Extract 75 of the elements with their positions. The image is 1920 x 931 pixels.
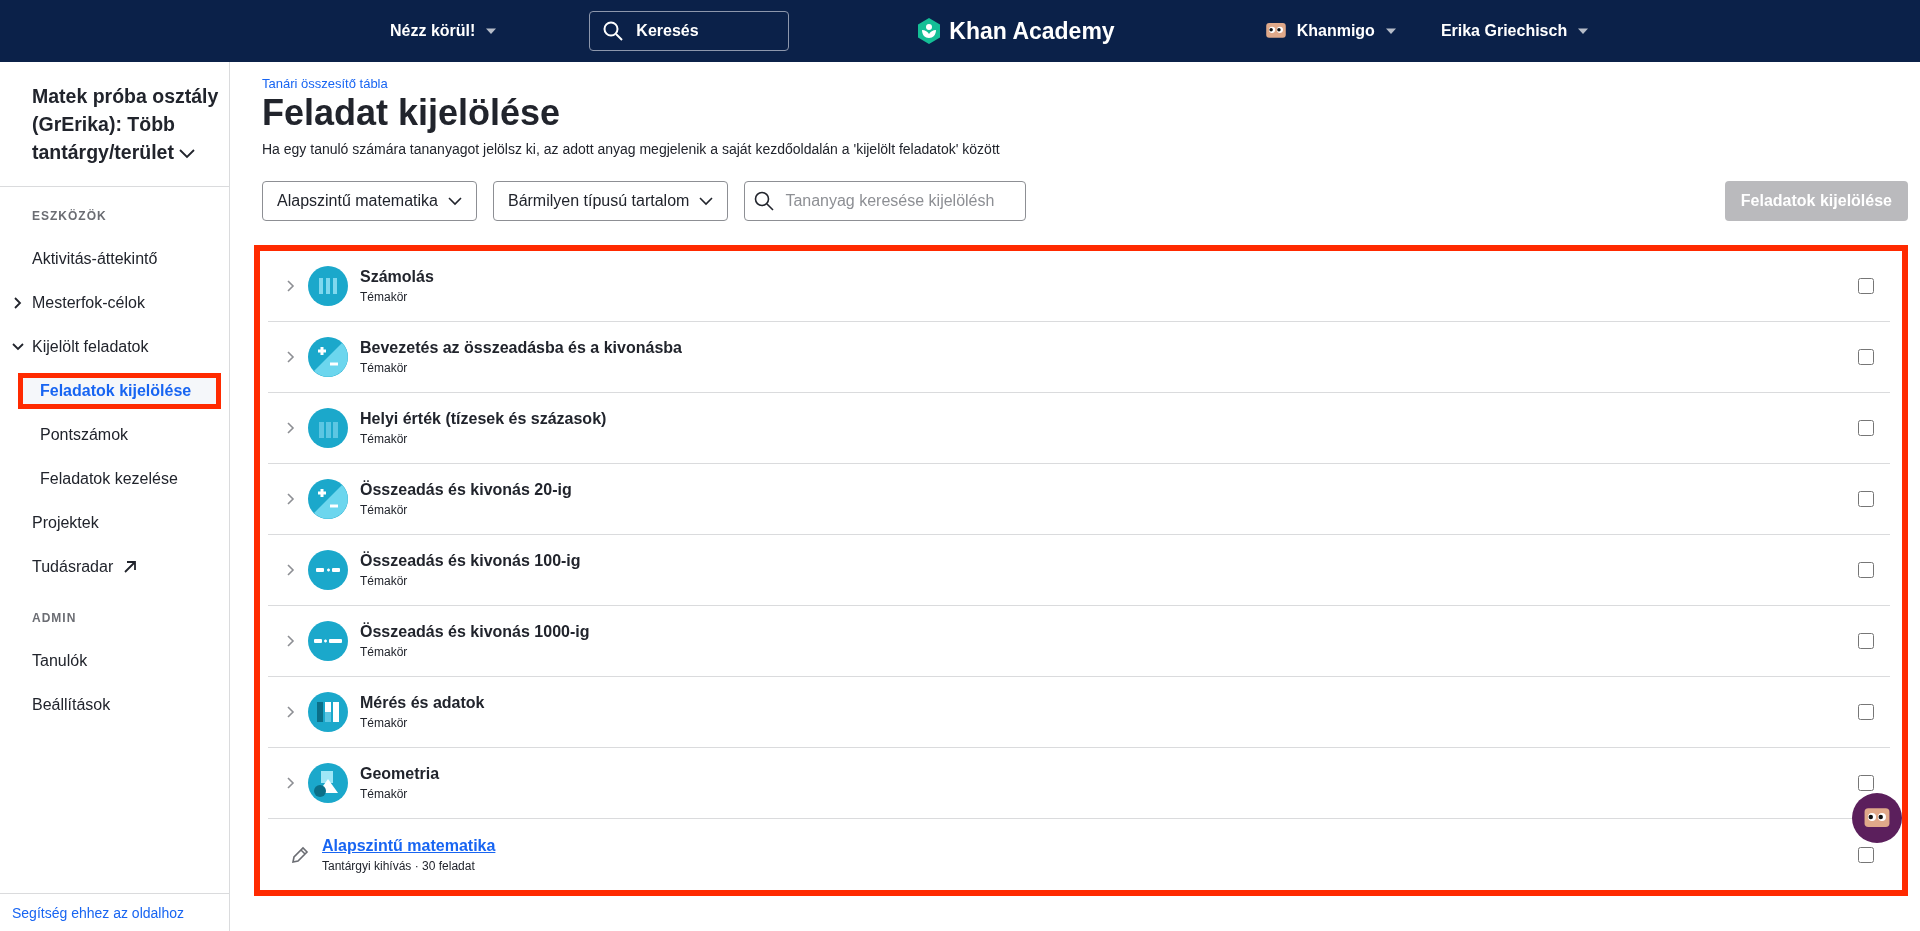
topic-icon bbox=[308, 408, 348, 448]
khanmigo-menu[interactable]: Khanmigo bbox=[1264, 22, 1397, 40]
page-description: Ha egy tanuló számára tananyagot jelölsz ki, az adott anyag megjelenik a saját kezdőoldalán a 'kijelölt feladatok' között bbox=[262, 141, 1001, 157]
user-menu[interactable]: Erika Griechisch bbox=[1440, 22, 1590, 40]
select-checkbox[interactable] bbox=[1858, 704, 1874, 720]
item-subtitle: Témakör bbox=[360, 503, 408, 517]
topic-icon bbox=[308, 337, 348, 377]
item-subtitle: Tantárgyi kihívás · 30 feladat bbox=[322, 858, 475, 873]
logo-text: Khan Academy bbox=[949, 17, 1115, 45]
robot-face-icon bbox=[1863, 806, 1891, 830]
sidebar-item[interactable]: Feladatok kijelölése bbox=[18, 373, 221, 409]
item-subtitle: Témakör bbox=[360, 716, 408, 730]
topic-icon bbox=[308, 692, 348, 732]
class-selector[interactable]: Matek próba osztály (GrErika): Több tantárgy/terület bbox=[0, 62, 229, 187]
logo[interactable]: Khan Academy bbox=[917, 17, 1115, 45]
chevron-down-icon bbox=[447, 196, 462, 206]
challenge-link[interactable]: Alapszintű matematika bbox=[322, 836, 496, 855]
caret-down-icon bbox=[1577, 27, 1590, 35]
sidebar-item[interactable]: Beállítások bbox=[0, 687, 229, 723]
topic-icon bbox=[308, 479, 348, 519]
sidebar-item[interactable]: Aktivitás-áttekintő bbox=[0, 241, 229, 277]
khanmigo-chat-button[interactable] bbox=[1852, 793, 1902, 843]
search-icon bbox=[603, 21, 624, 41]
external-link-icon bbox=[123, 560, 138, 574]
select-checkbox[interactable] bbox=[1858, 775, 1874, 791]
sidebar-item[interactable]: Tudásradar bbox=[0, 549, 229, 585]
topic-icon bbox=[308, 266, 348, 306]
topic-title: Számolás bbox=[360, 268, 434, 286]
sidebar-item[interactable]: Projektek bbox=[0, 505, 229, 541]
topic-title: Összeadás és kivonás 20-ig bbox=[360, 481, 572, 499]
topic-icon bbox=[308, 763, 348, 803]
section-heading: ESZKÖZÖK bbox=[31, 209, 108, 225]
select-checkbox[interactable] bbox=[1858, 491, 1874, 507]
sidebar-item[interactable]: Pontszámok bbox=[18, 417, 221, 453]
caret-down-icon bbox=[485, 27, 498, 35]
topic-title: Összeadás és kivonás 100-ig bbox=[360, 552, 581, 570]
robot-face-icon bbox=[1264, 22, 1287, 40]
caret-down-icon bbox=[1384, 27, 1397, 35]
item-subtitle: Témakör bbox=[360, 574, 408, 588]
help-link[interactable]: Segítség ehhez az oldalhoz bbox=[0, 893, 229, 931]
topic-title: Geometria bbox=[360, 765, 440, 783]
sidebar-item[interactable]: Mesterfok-célok bbox=[0, 285, 229, 321]
content-search-field[interactable]: Tananyag keresése kijelölésh bbox=[744, 181, 1027, 221]
search-icon bbox=[754, 191, 775, 211]
page-title: Feladat kijelölése bbox=[262, 91, 562, 135]
explore-menu[interactable]: Nézz körül! bbox=[390, 22, 498, 40]
chevron-down-icon bbox=[179, 149, 196, 159]
item-subtitle: Témakör bbox=[360, 361, 408, 375]
item-subtitle: Témakör bbox=[360, 787, 408, 801]
course-dropdown[interactable]: Alapszintű matematika bbox=[262, 181, 477, 221]
topic-title: Bevezetés az összeadásba és a kivonásba bbox=[360, 339, 682, 357]
select-checkbox[interactable] bbox=[1858, 846, 1874, 863]
item-subtitle: Témakör bbox=[360, 290, 408, 304]
topic-icon bbox=[308, 621, 348, 661]
sidebar-item[interactable]: Tanulók bbox=[0, 643, 229, 679]
topic-title: Összeadás és kivonás 1000-ig bbox=[360, 623, 590, 641]
logo-icon bbox=[917, 18, 942, 44]
section-heading: ADMIN bbox=[31, 611, 78, 627]
item-subtitle: Témakör bbox=[360, 432, 408, 446]
topic-icon bbox=[308, 550, 348, 590]
select-checkbox[interactable] bbox=[1858, 633, 1874, 649]
search-field[interactable]: Keresés bbox=[589, 11, 790, 51]
pencil-icon bbox=[290, 844, 310, 865]
select-checkbox[interactable] bbox=[1858, 278, 1874, 294]
topic-title: Mérés és adatok bbox=[360, 694, 485, 712]
select-checkbox[interactable] bbox=[1858, 349, 1874, 365]
select-checkbox[interactable] bbox=[1858, 420, 1874, 436]
sidebar-item[interactable]: Kijelölt feladatok bbox=[0, 329, 229, 365]
content-type-dropdown[interactable]: Bármilyen típusú tartalom bbox=[492, 181, 729, 221]
select-checkbox[interactable] bbox=[1858, 562, 1874, 578]
topic-title: Helyi érték (tízesek és százasok) bbox=[360, 410, 607, 428]
chevron-down-icon bbox=[699, 196, 714, 206]
breadcrumb-link[interactable]: Tanári összesítő tábla bbox=[262, 76, 388, 91]
sidebar-item[interactable]: Feladatok kezelése bbox=[18, 461, 221, 497]
item-subtitle: Témakör bbox=[360, 645, 408, 659]
